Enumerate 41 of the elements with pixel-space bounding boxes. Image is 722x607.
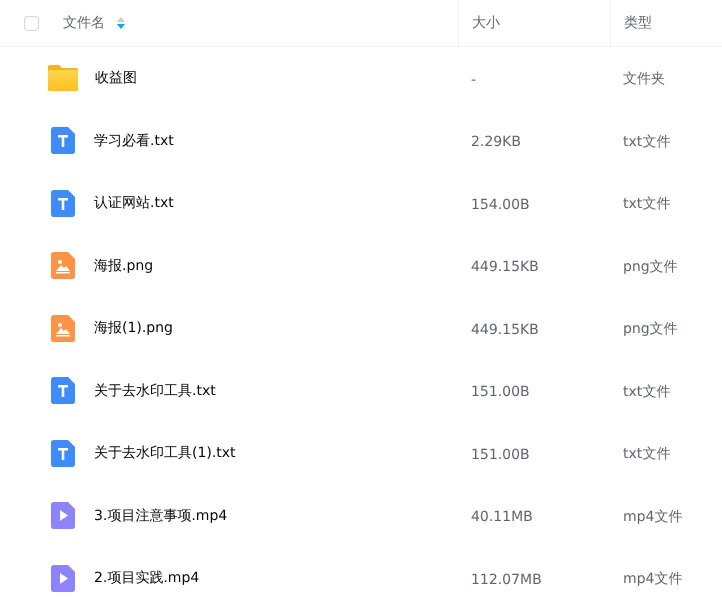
file-type: txt文件 <box>623 446 670 462</box>
file-name[interactable]: 关于去水印工具(1).txt <box>94 444 236 462</box>
file-type: png文件 <box>623 258 678 275</box>
file-size: - <box>471 72 476 88</box>
text-file-icon <box>51 190 75 217</box>
file-size: 2.29KB <box>471 134 521 150</box>
image-file-icon <box>51 314 75 342</box>
column-header[interactable]: 类型 <box>624 14 652 32</box>
file-name[interactable]: 学习必看.txt <box>94 132 174 150</box>
file-type: txt文件 <box>623 384 670 400</box>
file-size: 151.00B <box>471 384 530 400</box>
file-name[interactable]: 收益图 <box>95 69 137 88</box>
video-file-icon <box>51 502 75 530</box>
video-file-icon <box>51 564 75 592</box>
folder-icon <box>48 65 78 92</box>
file-size: 112.07MB <box>471 572 542 588</box>
file-size: 40.11MB <box>471 509 533 526</box>
text-file-icon <box>51 377 75 404</box>
column-header[interactable]: 文件名 <box>63 14 105 32</box>
file-name[interactable]: 2.项目实践.mp4 <box>94 569 200 588</box>
file-type: png文件 <box>623 321 678 338</box>
file-type: mp4文件 <box>623 571 682 588</box>
file-size: 151.00B <box>471 446 530 463</box>
file-size: 449.15KB <box>471 322 539 338</box>
file-size: 154.00B <box>471 196 530 213</box>
file-size: 449.15KB <box>471 259 539 276</box>
text-file-icon <box>51 440 75 467</box>
file-name[interactable]: 认证网站.txt <box>94 194 174 212</box>
file-name[interactable]: 关于去水印工具.txt <box>94 382 216 400</box>
select-all-checkbox[interactable] <box>24 16 39 30</box>
file-type: txt文件 <box>623 134 670 150</box>
file-type: txt文件 <box>623 196 670 212</box>
image-file-icon <box>51 252 75 280</box>
file-type: 文件夹 <box>623 71 665 88</box>
file-name[interactable]: 3.项目注意事项.mp4 <box>94 506 228 525</box>
column-header[interactable]: 大小 <box>472 14 500 32</box>
text-file-icon <box>51 127 75 154</box>
file-name[interactable]: 海报.png <box>94 256 154 275</box>
sort-icon[interactable] <box>117 17 125 29</box>
file-type: mp4文件 <box>623 508 682 525</box>
file-name[interactable]: 海报(1).png <box>94 319 173 338</box>
